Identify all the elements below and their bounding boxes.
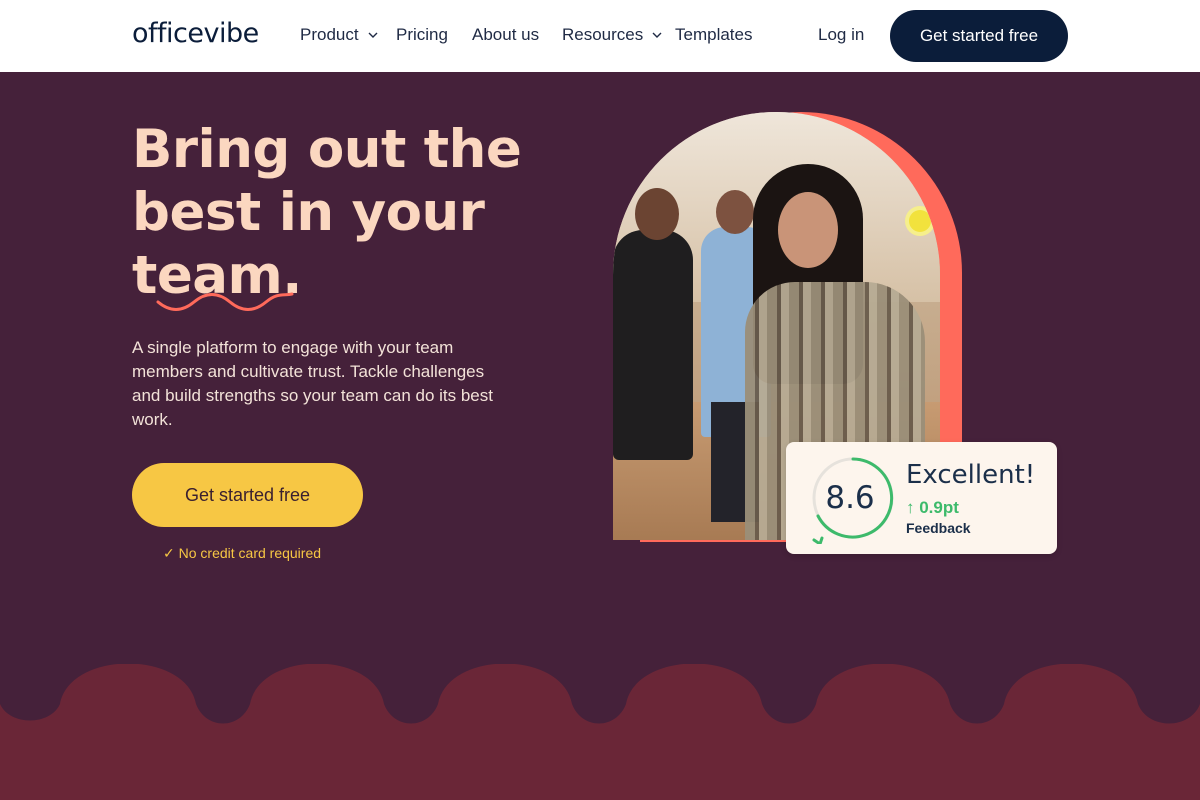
nav-item-pricing[interactable]: Pricing [396, 25, 448, 45]
headline-underline-squiggle [156, 292, 294, 311]
hero-description: A single platform to engage with your te… [132, 338, 493, 429]
score-delta: ↑ 0.9pt [906, 498, 959, 517]
hero-headline: Bring out the best in your team. [132, 118, 532, 307]
nav-item-about-us[interactable]: About us [472, 25, 539, 45]
score-value: 8.6 [825, 480, 875, 516]
photo-person-left-head [635, 188, 679, 240]
login-link[interactable]: Log in [818, 25, 864, 45]
photo-person-middle-head [716, 190, 754, 234]
headline-line-2: best in your [132, 182, 485, 243]
nav-item-label: Pricing [396, 25, 448, 44]
chevron-down-icon [368, 32, 378, 38]
officevibe-logo[interactable]: officevibe [132, 18, 259, 49]
photo-person-left [613, 230, 693, 460]
photo-woman-face [778, 192, 838, 268]
nav-item-label: Product [300, 25, 359, 44]
score-label: Feedback [906, 520, 971, 536]
nav-item-label: Templates [675, 25, 753, 44]
scalloped-section-divider [0, 664, 1200, 800]
score-card: 8.6 Excellent! ↑ 0.9pt Feedback [786, 442, 1057, 554]
top-navigation: officevibe Product Pricing About us Reso… [0, 0, 1200, 72]
nav-item-resources[interactable]: Resources [562, 25, 663, 45]
nav-item-label: Resources [562, 25, 644, 44]
nav-item-label: About us [472, 25, 540, 44]
get-started-hero-button[interactable]: Get started free [132, 463, 363, 527]
score-rating: Excellent! [906, 460, 1036, 490]
headline-line-1: Bring out the [132, 119, 522, 180]
nav-item-product[interactable]: Product [300, 25, 379, 45]
nav-item-templates[interactable]: Templates [675, 25, 752, 45]
chevron-down-icon [652, 32, 662, 38]
get-started-nav-button[interactable]: Get started free [890, 10, 1068, 62]
no-credit-card-note: ✓ No credit card required [163, 545, 322, 561]
photo-lamp [909, 210, 931, 232]
